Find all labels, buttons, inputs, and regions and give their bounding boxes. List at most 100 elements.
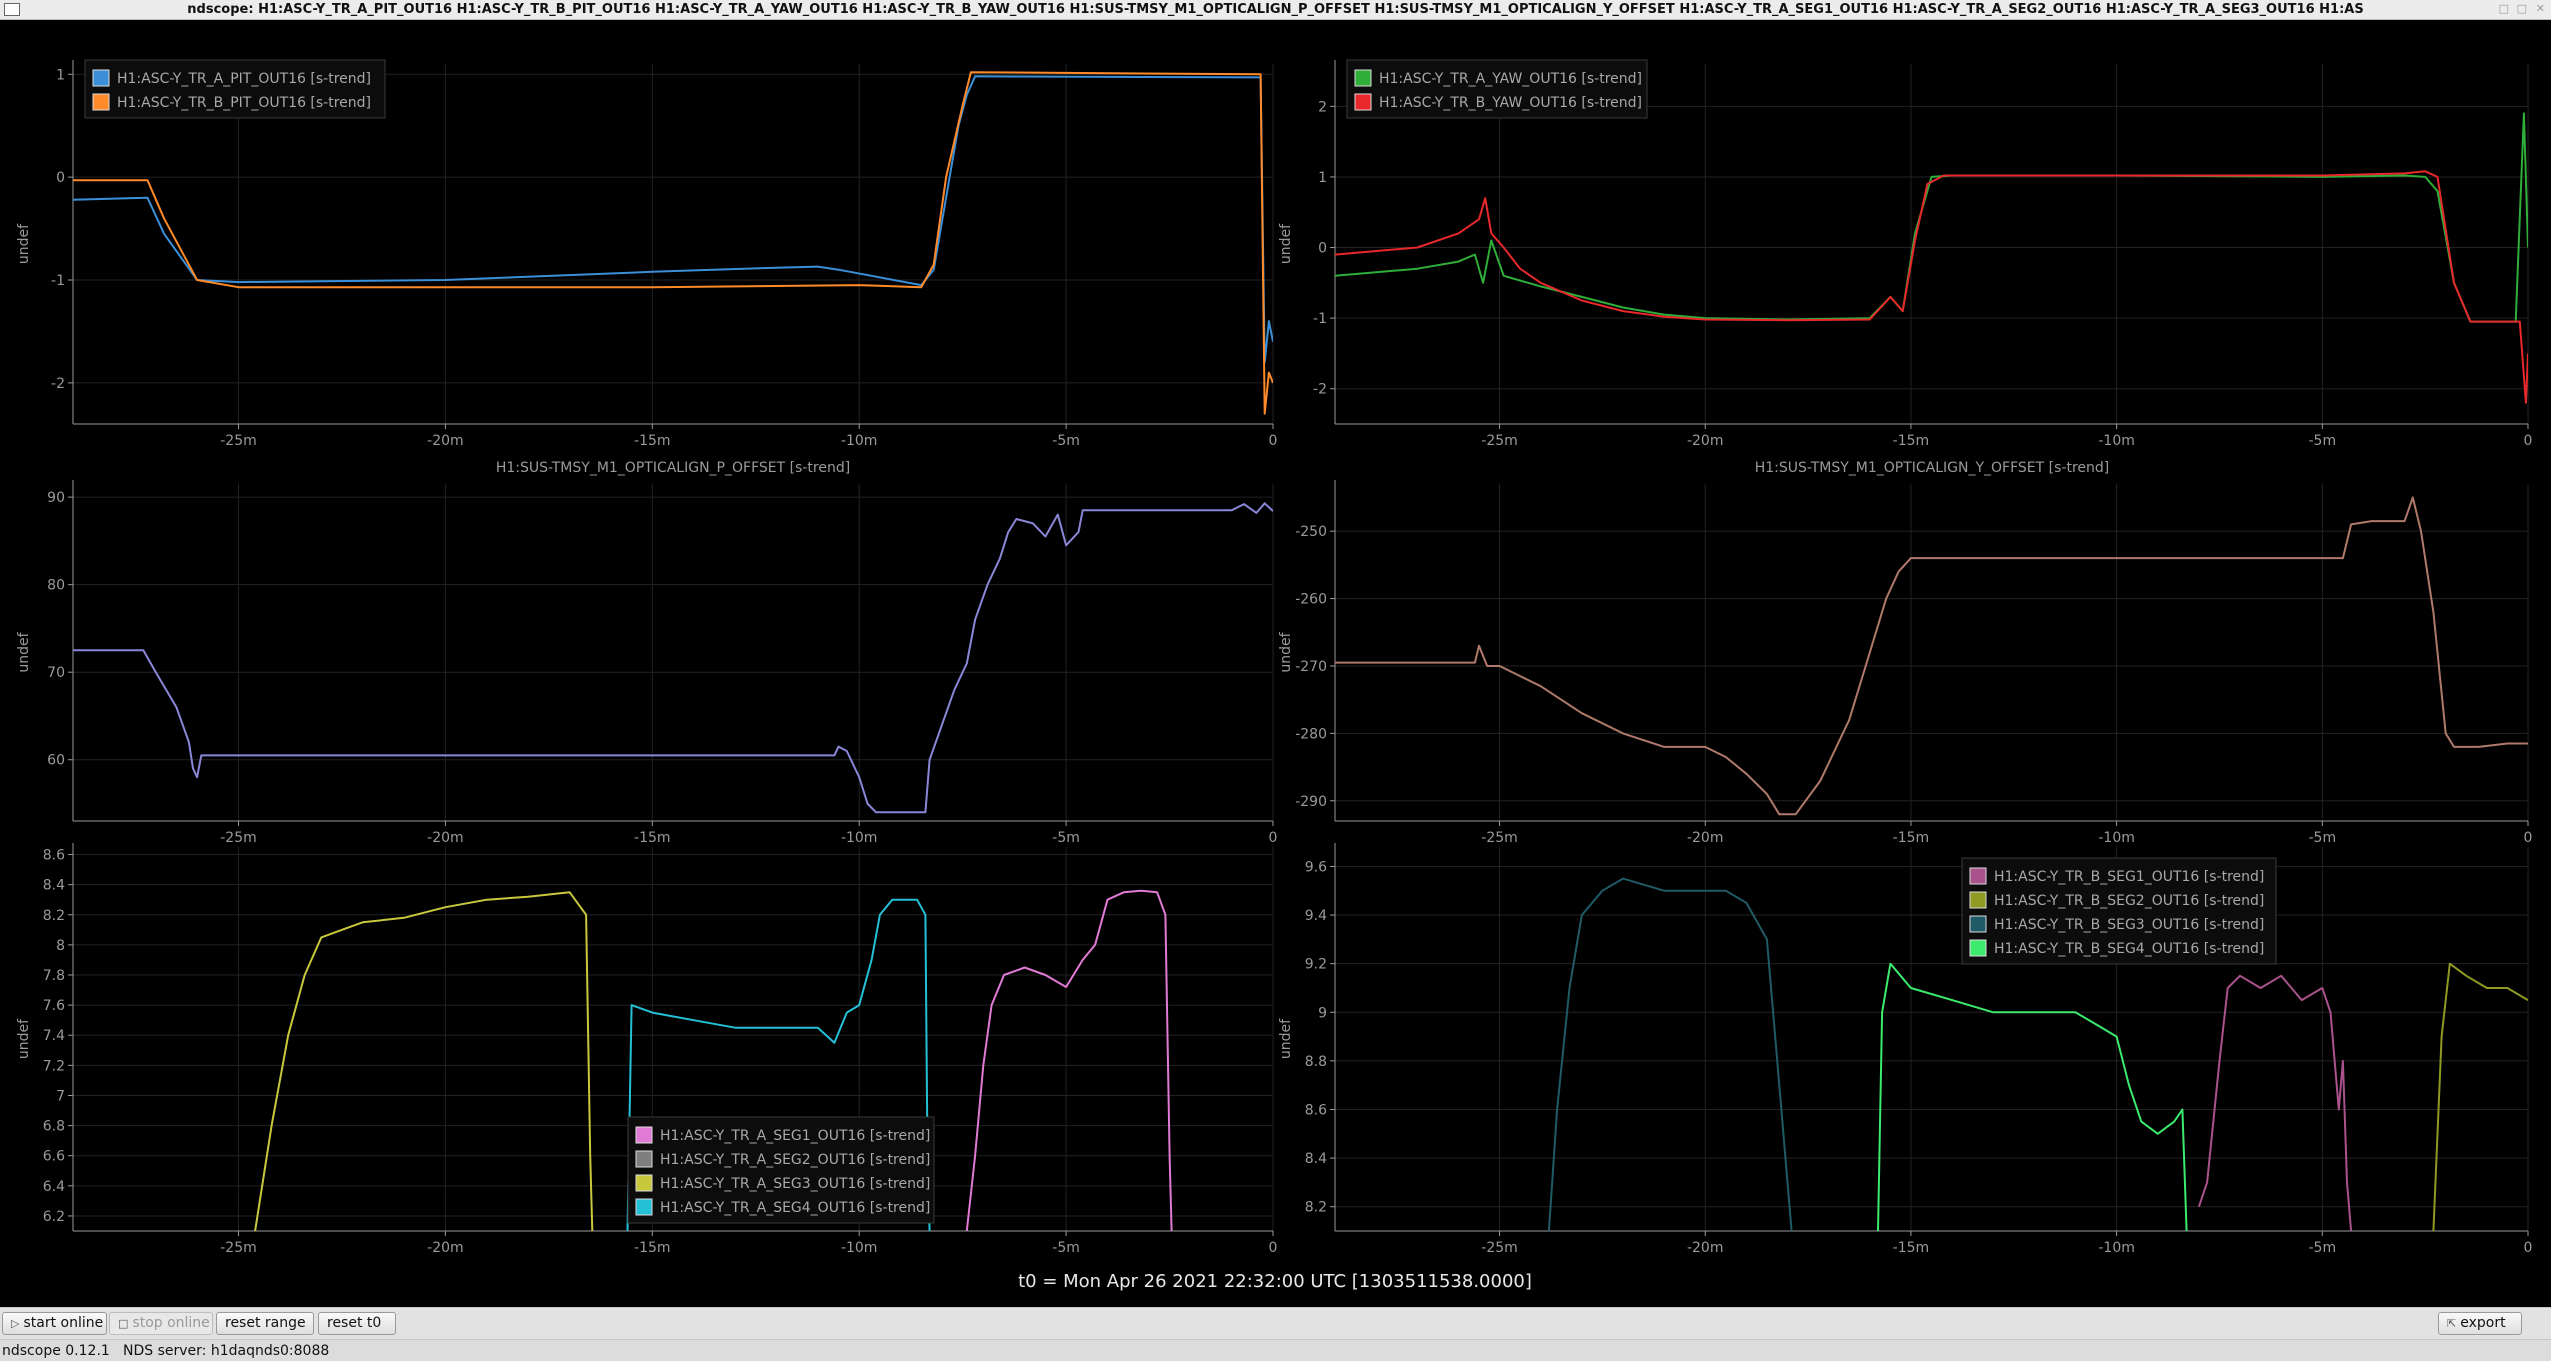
legend-label: H1:ASC-Y_TR_A_SEG4_OUT16 [s-trend] xyxy=(660,1200,930,1216)
y-tick-label: 7.6 xyxy=(43,998,65,1014)
x-tick-label: -10m xyxy=(2098,433,2135,449)
play-icon: ▷ xyxy=(11,1317,20,1330)
y-tick-label: 1 xyxy=(56,67,65,83)
x-tick-label: -10m xyxy=(841,830,878,846)
x-tick-label: -5m xyxy=(1052,830,1080,846)
minimize-window-icon[interactable]: □ xyxy=(2499,2,2509,15)
x-tick-label: -5m xyxy=(2309,830,2337,846)
y-tick-label: 8.2 xyxy=(43,908,65,924)
legend-swatch xyxy=(92,69,110,87)
y-axis-label: undef xyxy=(16,223,32,264)
legend: H1:ASC-Y_TR_A_YAW_OUT16 [s-trend] H1:ASC-… xyxy=(1346,59,1648,119)
y-tick-label: 7 xyxy=(56,1088,65,1104)
y-tick-label: 8.6 xyxy=(43,848,65,864)
legend-swatch xyxy=(635,1198,653,1216)
x-tick-label: -20m xyxy=(1687,1240,1724,1256)
series-line-1 xyxy=(965,889,1173,1231)
y-tick-label: 6.6 xyxy=(43,1149,65,1165)
x-tick-label: -25m xyxy=(220,830,257,846)
y-tick-label: -2 xyxy=(1313,382,1327,398)
x-tick-label: 0 xyxy=(1269,830,1278,846)
legend-label: H1:ASC-Y_TR_B_SEG3_OUT16 [s-trend] xyxy=(1994,917,2264,933)
reset-t0-button[interactable]: reset t0 xyxy=(318,1312,396,1335)
x-tick-label: -10m xyxy=(2098,830,2135,846)
x-tick-label: -20m xyxy=(1687,830,1724,846)
plot-panel-3: -25m -20m -15m -10m -5m 0 60 70 80 90 undef H1:SUS-… xyxy=(16,460,1277,846)
legend-label: H1:ASC-Y_TR_A_YAW_OUT16 [s-trend] xyxy=(1379,71,1642,87)
x-tick-label: -10m xyxy=(2098,1240,2135,1256)
legend: H1:ASC-Y_TR_B_SEG1_OUT16 [s-trend] H1:ASC… xyxy=(1961,857,2277,965)
y-tick-label: 70 xyxy=(47,665,65,681)
legend-swatch xyxy=(635,1126,653,1144)
x-tick-label: -5m xyxy=(1052,1240,1080,1256)
y-tick-label: -250 xyxy=(1295,524,1327,540)
maximize-window-icon[interactable]: □ xyxy=(2517,2,2527,15)
x-tick-label: -20m xyxy=(427,433,464,449)
y-tick-label: -1 xyxy=(1313,311,1327,327)
x-tick-label: 0 xyxy=(2524,1240,2533,1256)
y-tick-label: 1 xyxy=(1318,170,1327,186)
x-tick-label: -25m xyxy=(220,433,257,449)
x-tick-label: -25m xyxy=(1481,1240,1518,1256)
y-tick-label: -280 xyxy=(1295,726,1327,742)
y-tick-label: 6.2 xyxy=(43,1209,65,1225)
legend-label: H1:ASC-Y_TR_A_SEG3_OUT16 [s-trend] xyxy=(660,1176,930,1192)
plot-title: H1:SUS-TMSY_M1_OPTICALIGN_Y_OFFSET [s-tr… xyxy=(1755,460,2109,476)
x-tick-label: 0 xyxy=(2524,830,2533,846)
stop-online-button[interactable]: □ stop online xyxy=(109,1312,213,1335)
series-line-1 xyxy=(73,502,1273,814)
nds-server-label: NDS server: h1daqnds0:8088 xyxy=(123,1343,330,1359)
toolbar: ▷ start online □ stop online reset range r… xyxy=(0,1307,2551,1339)
y-tick-label: -270 xyxy=(1295,659,1327,675)
legend-swatch xyxy=(1969,867,1987,885)
version-label: ndscope 0.12.1 xyxy=(2,1343,110,1359)
x-tick-label: -15m xyxy=(1893,1240,1930,1256)
y-tick-label: 8 xyxy=(56,938,65,954)
legend-label: H1:ASC-Y_TR_A_PIT_OUT16 [s-trend] xyxy=(117,71,371,87)
y-tick-label: 8.8 xyxy=(1305,1054,1327,1070)
x-tick-label: -15m xyxy=(634,830,671,846)
series-line-3 xyxy=(1547,877,1793,1231)
legend-label: H1:ASC-Y_TR_A_SEG1_OUT16 [s-trend] xyxy=(660,1128,930,1144)
x-tick-label: -15m xyxy=(634,433,671,449)
x-tick-label: 0 xyxy=(2524,433,2533,449)
y-axis-label: undef xyxy=(1278,631,1294,672)
x-tick-label: -10m xyxy=(841,433,878,449)
legend-label: H1:ASC-Y_TR_B_YAW_OUT16 [s-trend] xyxy=(1379,95,1642,111)
y-axis-label: undef xyxy=(16,631,32,672)
y-tick-label: -260 xyxy=(1295,592,1327,608)
series-line-1 xyxy=(73,75,1273,364)
close-window-icon[interactable]: ✕ xyxy=(2536,2,2545,15)
start-online-button[interactable]: ▷ start online xyxy=(2,1312,107,1335)
x-tick-label: -15m xyxy=(634,1240,671,1256)
legend: H1:ASC-Y_TR_A_PIT_OUT16 [s-trend] H1:ASC-… xyxy=(84,59,386,119)
y-tick-label: 6.8 xyxy=(43,1119,65,1135)
reset-range-button[interactable]: reset range xyxy=(216,1312,314,1335)
series-line-1 xyxy=(1335,112,2528,323)
y-tick-label: -290 xyxy=(1295,794,1327,810)
window-title: ndscope: H1:ASC-Y_TR_A_PIT_OUT16 H1:ASC-… xyxy=(187,2,2364,17)
x-tick-label: -25m xyxy=(1481,830,1518,846)
series-line-2 xyxy=(73,71,1273,415)
series-line-1 xyxy=(1335,496,2528,816)
x-tick-label: -25m xyxy=(220,1240,257,1256)
y-axis-label: undef xyxy=(1278,223,1294,264)
x-tick-label: -5m xyxy=(2309,433,2337,449)
y-tick-label: 9 xyxy=(1318,1005,1327,1021)
stop-icon: □ xyxy=(118,1317,129,1330)
legend-label: H1:ASC-Y_TR_B_PIT_OUT16 [s-trend] xyxy=(117,95,371,111)
y-tick-label: 2 xyxy=(1318,99,1327,115)
y-tick-label: 7.8 xyxy=(43,968,65,984)
plots-canvas[interactable]: -25m -20m -15m -10m -5m 0 -2 -1 0 1 undef H1:ASC-Y_… xyxy=(0,20,2551,1307)
x-tick-label: 0 xyxy=(1269,1240,1278,1256)
plot-area[interactable]: -25m -20m -15m -10m -5m 0 -2 -1 0 1 undef H1:ASC-Y_… xyxy=(0,20,2551,1307)
legend: H1:ASC-Y_TR_A_SEG1_OUT16 [s-trend] H1:ASC… xyxy=(627,1116,935,1224)
legend-swatch xyxy=(635,1150,653,1168)
plot-panel-1: -25m -20m -15m -10m -5m 0 -2 -1 0 1 undef H1:ASC-Y_… xyxy=(16,59,1277,449)
export-button[interactable]: ⇱ export xyxy=(2438,1312,2522,1335)
y-tick-label: 80 xyxy=(47,578,65,594)
y-tick-label: 8.4 xyxy=(1305,1151,1327,1167)
window-title-bar: ndscope: H1:ASC-Y_TR_A_PIT_OUT16 H1:ASC-… xyxy=(0,0,2551,20)
x-tick-label: -10m xyxy=(841,1240,878,1256)
y-tick-label: 8.4 xyxy=(43,878,65,894)
